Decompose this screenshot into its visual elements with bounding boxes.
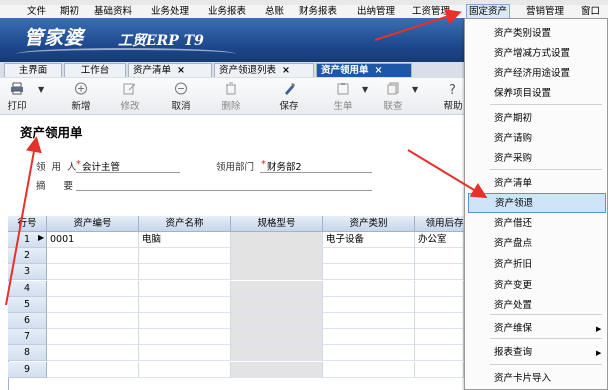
arrow-to-asset-return-item <box>407 149 488 199</box>
arrow-to-fixed-assets-menu <box>374 9 462 41</box>
annotation-arrows <box>5 9 488 306</box>
arrow-to-form-title <box>5 136 42 306</box>
